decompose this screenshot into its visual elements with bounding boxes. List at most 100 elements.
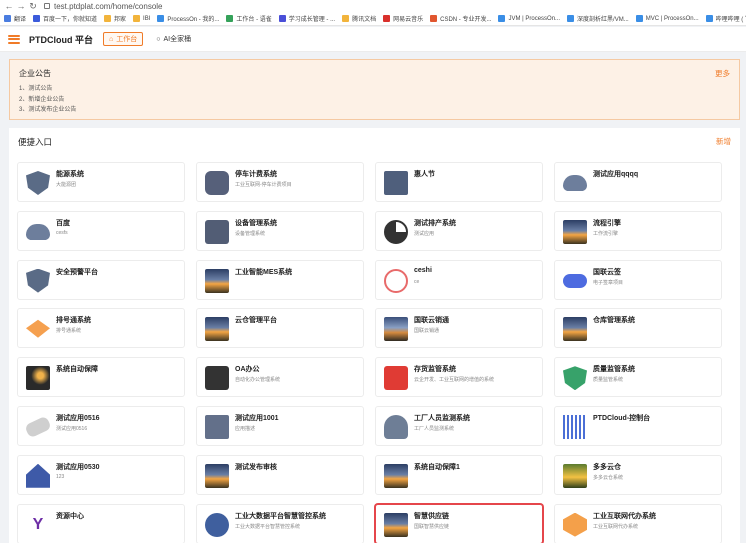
bars-icon: [563, 415, 587, 439]
app-card-name: 测试应用0516: [56, 415, 100, 422]
app-card[interactable]: 工业智能MES系统: [196, 259, 364, 300]
bookmark-item[interactable]: 哔哩哔哩 ( ゜- ゜)つ...: [705, 14, 746, 23]
bookmark-label: 深度剖析红黑/VM...: [577, 17, 629, 23]
app-card-name: 存货监管系统: [414, 366, 456, 374]
y-icon: Y: [26, 512, 50, 537]
announcement-item[interactable]: 3、测试发布企业公告: [19, 105, 76, 116]
bookmark-item[interactable]: 工作台 - 语雀: [226, 14, 272, 23]
app-card-desc: 国联智慧供应链: [414, 523, 450, 530]
app-card[interactable]: 停车计费系统 工业互联网-停车计费项目: [196, 162, 364, 202]
clip-icon: [205, 366, 229, 391]
app-card-name: 工业大数据平台智慧管控系统: [235, 512, 326, 520]
announcement-item[interactable]: 1、测试公告: [19, 84, 76, 95]
app-card[interactable]: 测试排产系统 测试应用: [375, 210, 543, 251]
bookmark-item[interactable]: 翻译: [4, 14, 26, 23]
favicon-icon: [226, 15, 234, 22]
bookmark-item[interactable]: CSDN - 专业开发...: [430, 14, 491, 23]
app-card[interactable]: ceshi ce: [375, 259, 543, 300]
forest2-icon: [384, 463, 408, 488]
app-card[interactable]: 工业大数据平台智慧管控系统 工业大数据平台智慧管控系统: [196, 503, 364, 543]
app-card[interactable]: 惠人节: [375, 162, 543, 202]
green-icon: [563, 366, 587, 391]
app-card-desc: 工业互联网代办系统: [593, 523, 639, 530]
monitor-icon: [384, 171, 408, 195]
app-card[interactable]: 智慧供应链 国联智慧供应链: [375, 503, 543, 543]
app-card-name: 仓库管理系统: [593, 317, 635, 325]
app-card[interactable]: 存货监管系统 云企开发、工业互联网的增值的系统: [375, 357, 543, 398]
bookmark-item[interactable]: ProcessOn - 我的...: [157, 14, 219, 23]
app-card[interactable]: 测试应用1001 应用描述: [196, 406, 364, 446]
forward-icon[interactable]: →: [16, 1, 26, 11]
url-field[interactable]: test.ptdplat.com/home/console: [44, 2, 163, 11]
photo-icon: [205, 463, 229, 488]
bookmark-label: 学习成长管理 - ...: [288, 17, 336, 23]
app-card-desc: 工厂人员监测系统: [414, 426, 455, 432]
app-card-name: 测试应用0530: [56, 463, 100, 471]
tab-label: AI全家桶: [163, 36, 192, 43]
more-link[interactable]: 更多: [715, 68, 730, 79]
menu-icon[interactable]: [8, 34, 20, 44]
app-card-name: 资源中心: [56, 512, 84, 520]
app-card[interactable]: 测试应用qqqq: [554, 162, 722, 202]
app-card[interactable]: 工业互联网代办系统 工业互联网代办系统: [554, 503, 722, 543]
app-card-desc: 123: [56, 473, 65, 480]
factory-icon: [205, 415, 229, 439]
bookmark-item[interactable]: 网易云音乐: [383, 14, 423, 23]
cake-icon: [26, 319, 50, 338]
app-card[interactable]: OA办公 自动化办公管理系统: [196, 357, 364, 398]
bookmarks-bar: 翻译 百度一下，你就知道 邦家 IBI ProcessOn - 我的... 工作台 - 语…: [0, 12, 746, 26]
bookmark-label: 翻译: [14, 17, 27, 23]
bookmark-item[interactable]: 邦家: [104, 14, 126, 23]
app-card[interactable]: 多多云仓 多多云仓系统: [554, 454, 722, 495]
app-card-desc: 排号通系统: [56, 328, 82, 335]
app-card[interactable]: 设备管理系统 设备管理系统: [196, 210, 364, 251]
app-card[interactable]: 工厂人员监测系统 工厂人员监测系统: [375, 406, 543, 446]
bookmark-label: 网易云音乐: [393, 17, 424, 23]
app-card[interactable]: 流程引擎 工作流引擎: [554, 210, 722, 251]
app-card[interactable]: 仓库管理系统: [554, 308, 722, 349]
add-link[interactable]: 新增: [716, 136, 731, 147]
app-card-name: PTDCloud-控制台: [593, 415, 651, 422]
app-card[interactable]: 质量监管系统 质量监管系统: [554, 357, 722, 398]
shield-icon: [26, 171, 50, 195]
bookmark-label: MVC | ProcessOn...: [645, 15, 699, 22]
app-card-desc: 测试应用0516: [56, 426, 88, 432]
lock-icon: [44, 3, 50, 9]
favicon-icon: [498, 15, 506, 22]
photo2-icon: [384, 317, 408, 342]
app-card[interactable]: 测试应用0516 测试应用0516: [17, 406, 185, 446]
bookmark-item[interactable]: JVM | ProcessOn...: [498, 15, 560, 22]
app-card[interactable]: 系统自动保障: [17, 357, 185, 398]
app-card[interactable]: 云仓管理平台: [196, 308, 364, 349]
pie-icon: [384, 219, 408, 244]
announcement-item[interactable]: 2、新增企业公告: [19, 95, 76, 106]
app-card[interactable]: PTDCloud-控制台: [554, 406, 722, 446]
app-card-name: 测试应用qqqq: [593, 171, 639, 178]
app-card[interactable]: 国联云签 电子签章项目: [554, 259, 722, 300]
app-card[interactable]: 测试发布审核: [196, 454, 364, 495]
favicon-icon: [4, 15, 11, 22]
app-card-name: 系统自动保障1: [414, 463, 460, 471]
app-card[interactable]: 国联云销通 国联云销通: [375, 308, 543, 349]
app-card[interactable]: 系统自动保障1: [375, 454, 543, 495]
app-card[interactable]: 排号通系统 排号通系统: [17, 308, 185, 349]
app-card[interactable]: Y 资源中心: [17, 503, 185, 543]
bookmark-item[interactable]: 腾讯文档: [342, 14, 376, 23]
bookmark-item[interactable]: MVC | ProcessOn...: [635, 15, 699, 22]
reload-icon[interactable]: ↻: [28, 1, 38, 11]
app-card[interactable]: 百度 cesfs: [17, 210, 185, 251]
bookmark-item[interactable]: IBI: [133, 15, 150, 22]
tab-workbench[interactable]: ⌂ 工作台: [103, 32, 144, 46]
app-card-name: 云仓管理平台: [235, 317, 277, 325]
bookmark-item[interactable]: 百度一下，你就知道: [33, 14, 97, 23]
back-icon[interactable]: ←: [4, 1, 14, 11]
bookmark-item[interactable]: 深度剖析红黑/VM...: [567, 14, 629, 23]
app-card[interactable]: 安全预警平台: [17, 259, 185, 300]
favicon-icon: [278, 15, 286, 22]
app-card[interactable]: 测试应用0530 123: [17, 454, 185, 495]
app-card[interactable]: 能源系统 大能源团: [17, 162, 185, 202]
tab-ai-suite[interactable]: ○ AI全家桶: [151, 32, 196, 46]
brand-title: PTDCloud 平台: [29, 34, 93, 45]
bookmark-item[interactable]: 学习成长管理 - ...: [278, 14, 336, 23]
announcement-panel: 企业公告 更多 1、测试公告 2、新增企业公告 3、测试发布企业公告: [9, 59, 740, 120]
